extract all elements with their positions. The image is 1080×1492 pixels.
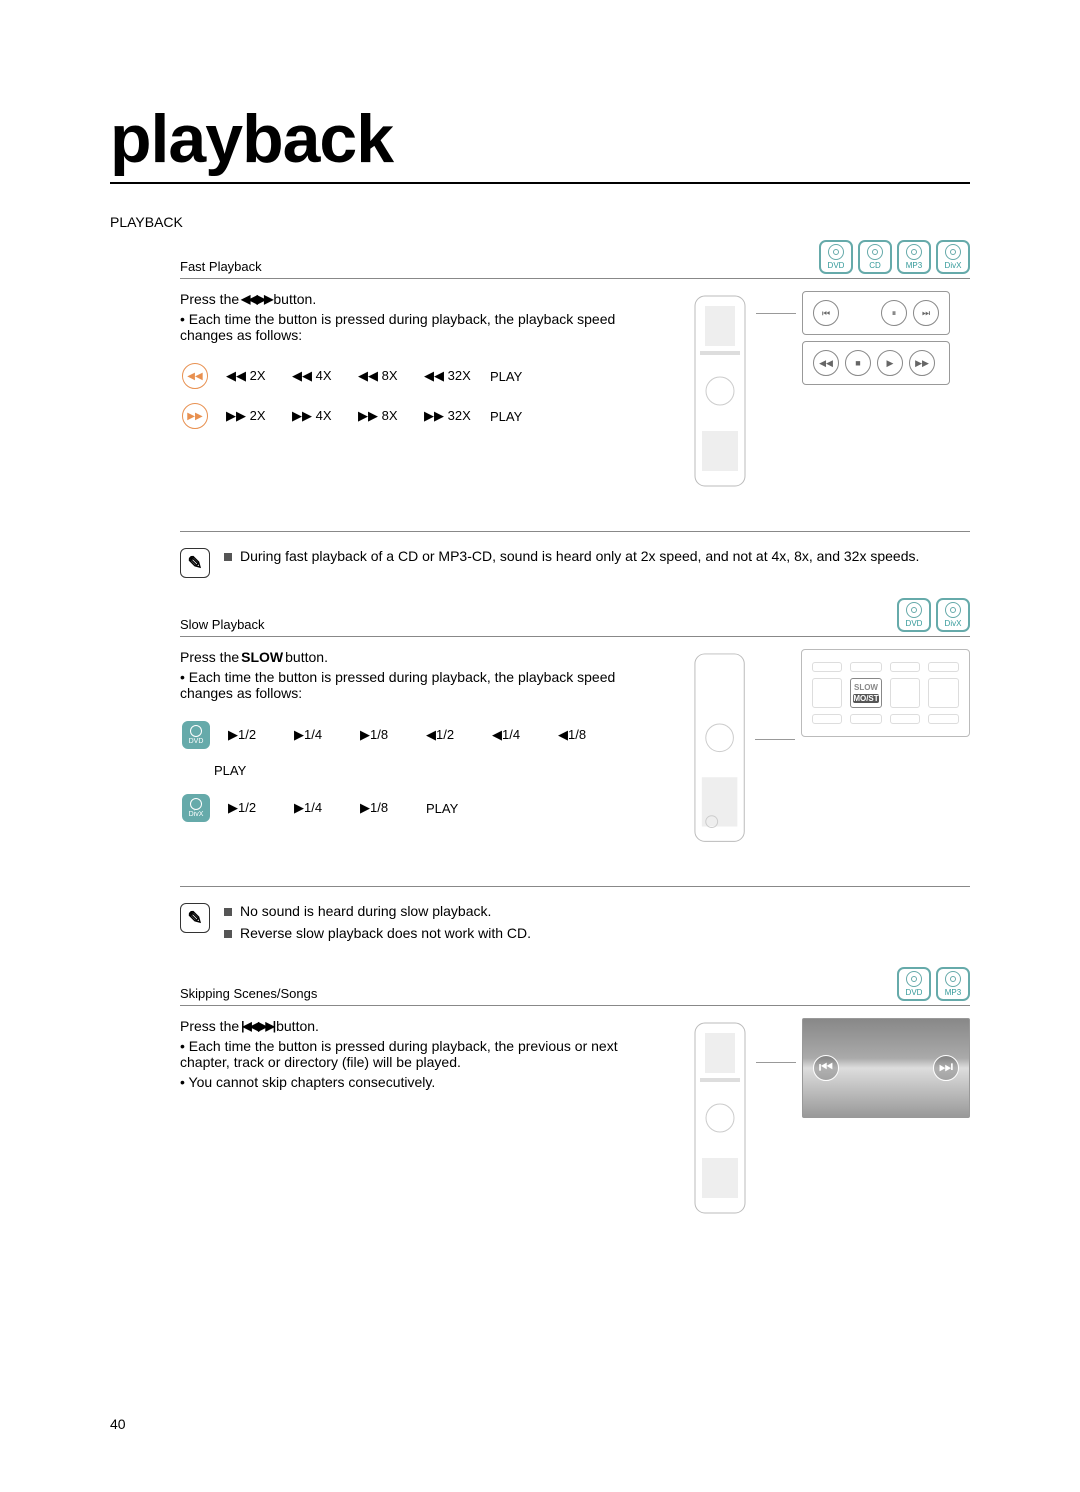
fast-bullet: • Each time the button is pressed during… [180, 311, 670, 343]
skip-prev-icon: ⏮ [813, 1055, 839, 1081]
slow-illustration: SLOW MO/ST [690, 649, 970, 846]
fast-note: ✎ During fast playback of a CD or MP3-CD… [180, 531, 970, 578]
fast-title: Fast Playback [180, 259, 262, 274]
skip-icon: |◀◀,▶▶| [241, 1019, 274, 1033]
dvd-badge-small: DVD [182, 721, 210, 749]
fast-row-rew: ◀◀ ◀◀ 2X ◀◀ 4X ◀◀ 8X ◀◀ 32X PLAY [180, 363, 670, 389]
skip-screen-image: ⏮ ⏭ [802, 1018, 970, 1118]
skip-illustration: ⏮ ⏭ [690, 1018, 970, 1218]
panel-ff-icon: ⏭ [913, 300, 939, 326]
slow-title: Slow Playback [180, 617, 265, 632]
panel-ff2-icon: ▶▶ [909, 350, 935, 376]
skip-title: Skipping Scenes/Songs [180, 986, 317, 1001]
badge-divx: DivX [936, 240, 970, 274]
note-icon: ✎ [180, 548, 210, 578]
slow-note: ✎ No sound is heard during slow playback… [180, 886, 970, 947]
ff-button-icon: ▶▶ [182, 403, 208, 429]
panel-rew2-icon: ◀◀ [813, 350, 839, 376]
slow-note-2: Reverse slow playback does not work with… [240, 925, 531, 941]
rew-ff-icon: ◀◀,▶▶ [241, 292, 271, 306]
slow-note-1: No sound is heard during slow playback. [240, 903, 491, 919]
badge-dvd: DVD [897, 598, 931, 632]
badge-mp3: MP3 [936, 967, 970, 1001]
fast-badges: DVD CD MP3 DivX [819, 240, 970, 274]
fast-row-ff: ▶▶ ▶▶ 2X ▶▶ 4X ▶▶ 8X ▶▶ 32X PLAY [180, 403, 670, 429]
skip-press-line: Press the |◀◀,▶▶| button. [180, 1018, 670, 1034]
fast-note-text: During fast playback of a CD or MP3-CD, … [240, 548, 919, 564]
slow-bullet: • Each time the button is pressed during… [180, 669, 670, 701]
section-header: PLAYBACK [110, 214, 970, 230]
skip-next-icon: ⏭ [933, 1055, 959, 1081]
skip-bullet-1: • Each time the button is pressed during… [180, 1038, 670, 1070]
remote-icon [690, 291, 750, 491]
badge-dvd: DVD [897, 967, 931, 1001]
fast-speed-table: ◀◀ ◀◀ 2X ◀◀ 4X ◀◀ 8X ◀◀ 32X PLAY ▶▶ ▶▶ 2… [180, 363, 670, 429]
divx-badge-small: DivX [182, 794, 210, 822]
slow-panel: SLOW MO/ST [801, 649, 970, 737]
remote-icon [690, 649, 749, 846]
skip-badges: DVD MP3 [897, 967, 970, 1001]
panel-play-icon: ▶ [877, 350, 903, 376]
remote-icon [690, 1018, 750, 1218]
front-panel-top: ⏮ ⏸ ⏭ [802, 291, 950, 335]
badge-divx: DivX [936, 598, 970, 632]
panel-stop-icon: ⏸ [881, 300, 907, 326]
badge-mp3: MP3 [897, 240, 931, 274]
badge-dvd: DVD [819, 240, 853, 274]
rew-button-icon: ◀◀ [182, 363, 208, 389]
slow-playback-section: Slow Playback DVD DivX Press the SLOW bu… [180, 598, 970, 947]
fast-playback-section: Fast Playback DVD CD MP3 DivX Press the … [180, 240, 970, 578]
front-panel-bottom: ◀◀ ■ ▶ ▶▶ [802, 341, 950, 385]
page-number: 40 [110, 1416, 126, 1432]
note-icon: ✎ [180, 903, 210, 933]
skip-bullet-2: • You cannot skip chapters consecutively… [180, 1074, 670, 1090]
slow-badges: DVD DivX [897, 598, 970, 632]
panel-stop2-icon: ■ [845, 350, 871, 376]
slow-row-divx: DivX ▶1/2 ▶1/4 ▶1/8 PLAY [180, 794, 670, 822]
slow-speed-table: DVD ▶1/2 ▶1/4 ▶1/8 ◀1/2 ◀1/4 ◀1/8 PLAY D… [180, 721, 670, 822]
panel-rew-icon: ⏮ [813, 300, 839, 326]
fast-press-line: Press the ◀◀,▶▶ button. [180, 291, 670, 307]
slow-panel-highlight: SLOW MO/ST [850, 678, 881, 708]
slow-press-line: Press the SLOW button. [180, 649, 670, 665]
badge-cd: CD [858, 240, 892, 274]
page-title: playback [110, 100, 970, 184]
skip-section: Skipping Scenes/Songs DVD MP3 Press the … [180, 967, 970, 1218]
fast-illustration: ⏮ ⏸ ⏭ ◀◀ ■ ▶ ▶▶ [690, 291, 970, 491]
slow-row-dvd: DVD ▶1/2 ▶1/4 ▶1/8 ◀1/2 ◀1/4 ◀1/8 [180, 721, 670, 749]
slow-label: SLOW [241, 649, 283, 665]
